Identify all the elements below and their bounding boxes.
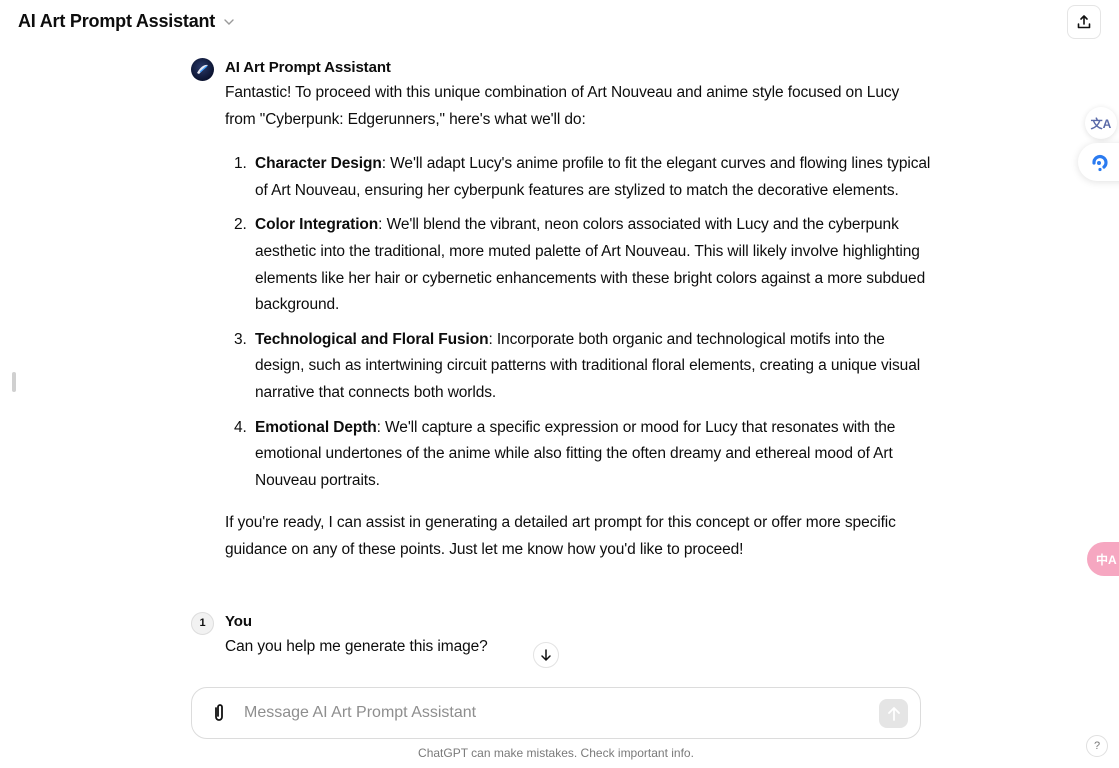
disclaimer-text: ChatGPT can make mistakes. Check importa… [418, 746, 694, 760]
message-input[interactable] [244, 700, 864, 726]
model-title-text: AI Art Prompt Assistant [18, 11, 216, 31]
translate-extension-button[interactable]: 文A [1085, 107, 1117, 139]
paperclip-icon [215, 704, 223, 721]
step-title: Character Design [255, 155, 382, 173]
chevron-down-icon [224, 18, 234, 25]
list-item: 2. Color Integration: We'll blend the vib… [225, 212, 931, 318]
arrow-up-icon [887, 706, 900, 721]
step-title: Technological and Floral Fusion [255, 330, 489, 348]
assistant-extension-button[interactable] [1078, 143, 1119, 181]
assistant-message: AI Art Prompt Assistant Fantastic! To pr… [191, 56, 931, 564]
message-composer [191, 687, 921, 739]
user-message-text: Can you help me generate this image? [225, 637, 488, 655]
scroll-to-bottom-button[interactable] [533, 642, 559, 668]
assistant-intro: Fantastic! To proceed with this unique c… [225, 84, 900, 128]
model-selector[interactable]: AI Art Prompt Assistant [18, 11, 235, 32]
steps-list: 1. Character Design: We'll adapt Lucy's a… [225, 151, 931, 494]
help-button[interactable]: ? [1086, 735, 1108, 757]
translate-icon: 文A [1090, 116, 1112, 131]
list-item: 4. Emotional Depth: We'll capture a speci… [225, 415, 931, 495]
conversation: AI Art Prompt Assistant Fantastic! To pr… [191, 56, 931, 660]
step-title: Color Integration [255, 216, 379, 234]
help-icon: ? [1093, 740, 1101, 752]
sidebar-toggle-handle[interactable] [12, 372, 16, 392]
assistant-avatar [191, 58, 214, 81]
list-number: 3. [234, 330, 247, 348]
list-number: 2. [234, 216, 247, 234]
attach-button[interactable] [208, 702, 230, 724]
pink-translate-button[interactable]: 中A [1087, 542, 1119, 576]
user-avatar-text: 1 [199, 617, 206, 629]
send-button[interactable] [879, 699, 908, 728]
list-item: 3. Technological and Floral Fusion: Incor… [225, 327, 931, 407]
list-number: 4. [234, 418, 247, 436]
share-button[interactable] [1067, 5, 1101, 39]
user-avatar: 1 [191, 611, 214, 635]
assistant-name: AI Art Prompt Assistant [225, 59, 391, 76]
step-title: Emotional Depth [255, 418, 377, 436]
extension-logo-icon [1092, 154, 1108, 172]
list-number: 1. [234, 155, 247, 173]
assistant-outro: If you're ready, I can assist in generat… [225, 514, 896, 558]
gpt-logo-icon [197, 64, 208, 74]
user-message: 1 You Can you help me generate this imag… [191, 610, 931, 661]
share-upload-icon [1077, 15, 1091, 29]
arrow-down-icon [541, 649, 551, 661]
top-header: AI Art Prompt Assistant [0, 0, 1119, 46]
user-name: You [225, 612, 252, 630]
list-item: 1. Character Design: We'll adapt Lucy's a… [225, 151, 931, 204]
pink-translate-icon: 中A [1096, 552, 1117, 567]
